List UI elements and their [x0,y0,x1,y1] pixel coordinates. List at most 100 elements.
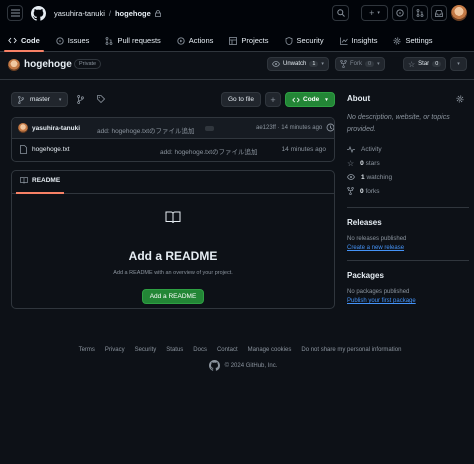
watching-label: watching [366,173,393,181]
search-icon [336,9,345,17]
table-icon [229,36,238,45]
github-logo-icon[interactable] [31,6,46,21]
add-file-button[interactable]: + [265,92,281,107]
file-browser: yasuhira-tanuki add: hogehoge.txtのファイル追加… [11,117,335,162]
tab-label: Issues [67,36,90,45]
tab-insights[interactable]: Insights [332,29,386,52]
tab-label: Code [21,36,40,45]
fork-button[interactable]: Fork 0 ▾ [335,57,385,71]
readme-tab-underline [16,192,64,194]
publish-package-link[interactable]: Publish your first package [347,298,469,304]
graph-icon [339,37,348,45]
packages-empty: No packages published [347,289,410,295]
stars-link[interactable]: ☆ 0 stars [347,156,469,170]
latest-commit: yasuhira-tanuki add: hogehoge.txtのファイル追加… [12,118,334,139]
watch-button[interactable]: Unwatch 1 ▾ [267,57,329,71]
commit-sha-time[interactable]: ae123ff · 14 minutes ago [256,125,322,131]
tab-label: Pull requests [117,36,161,45]
footer-link-contact[interactable]: Contact [217,347,238,353]
fork-icon [347,187,354,195]
breadcrumb-repo[interactable]: hogehoge [115,9,151,18]
sidebar-divider [347,207,469,208]
tab-actions[interactable]: Actions [169,29,222,52]
footer-link-cookies[interactable]: Manage cookies [248,347,292,353]
tab-issues[interactable]: Issues [48,29,98,52]
releases-heading[interactable]: Releases [347,218,469,227]
footer-link-terms[interactable]: Terms [79,347,95,353]
repo-title[interactable]: hogehoge [24,59,72,70]
fork-label: Fork [350,61,362,67]
tab-code[interactable]: Code [0,29,48,52]
tags-link[interactable] [97,95,106,105]
footer-link-docs[interactable]: Docs [193,347,207,353]
readme-empty-state: Add a README Add a README with an overvi… [12,211,334,304]
star-label: Star [418,61,430,67]
plus-icon: + [369,8,375,18]
book-icon [20,177,28,184]
code-icon [292,97,300,102]
tab-pull-requests[interactable]: Pull requests [97,29,168,52]
github-logo-icon[interactable] [208,360,220,371]
tab-settings[interactable]: Settings [385,29,440,52]
watch-label: Unwatch [283,61,307,67]
tab-projects[interactable]: Projects [221,29,276,52]
history-icon[interactable] [326,123,334,134]
readme-tab-label: README [32,177,61,184]
commit-author[interactable]: yasuhira-tanuki [32,125,80,132]
add-readme-button[interactable]: Add a README [141,289,205,304]
create-new-button[interactable]: + ▾ [361,5,388,21]
star-button[interactable]: ☆ Star 0 [403,57,447,71]
owner-avatar[interactable] [8,59,20,71]
tab-label: Projects [241,36,269,45]
code-button[interactable]: Code ▾ [285,92,335,107]
book-icon [165,211,181,224]
forks-link[interactable]: 0 forks [347,184,469,198]
menu-button[interactable] [7,5,23,21]
activity-link[interactable]: Activity [347,142,469,156]
gear-icon [394,37,401,44]
go-to-file-label: Go to file [228,96,255,103]
branch-selector[interactable]: master ▾ [11,92,69,107]
plus-icon: + [270,94,276,105]
sidebar-divider [347,260,469,261]
file-commit-message[interactable]: add: hogehoge.txtのファイル追加 [160,146,258,156]
branch-icon [77,95,84,104]
footer-link-privacy[interactable]: Privacy [105,347,125,353]
about-heading: About [347,94,371,103]
branch-icon [18,95,24,104]
breadcrumb-separator: / [108,9,111,18]
create-release-link[interactable]: Create a new release [347,245,469,251]
footer-links: Terms Privacy Security Status Docs Conta… [0,347,474,353]
branches-link[interactable] [77,95,84,106]
footer-link-do-not-share[interactable]: Do not share my personal information [301,347,401,353]
forks-count: 0 [360,187,364,195]
packages-heading[interactable]: Packages [347,271,469,280]
inbox-icon [435,9,443,17]
activity-label: Activity [361,145,382,153]
search-button[interactable] [332,5,349,21]
watchers-link[interactable]: 1 watching [347,170,469,184]
expand-commit-button[interactable] [205,126,214,131]
tab-security[interactable]: Security [277,29,332,52]
inbox-button[interactable] [431,5,447,21]
issues-button[interactable] [392,5,408,21]
footer-link-security[interactable]: Security [135,347,157,353]
breadcrumb: yasuhira-tanuki / hogehoge [54,9,161,18]
sidebar: About No description, website, or topics… [347,92,469,304]
watch-count: 1 [309,61,319,67]
commit-author-avatar[interactable] [18,123,28,133]
commit-message[interactable]: add: hogehoge.txtのファイル追加 [97,125,195,135]
releases-empty: No releases published [347,236,407,242]
readme-tab[interactable]: README [12,171,334,194]
go-to-file-button[interactable]: Go to file [221,92,262,107]
pull-requests-button[interactable] [412,5,428,21]
user-avatar[interactable] [451,5,467,21]
breadcrumb-owner[interactable]: yasuhira-tanuki [54,9,105,18]
gear-icon[interactable] [456,95,464,103]
fork-icon [340,60,347,68]
star-lists-button[interactable]: ▾ [450,57,467,71]
footer-link-status[interactable]: Status [166,347,183,353]
file-name[interactable]: hogehoge.txt [32,146,70,153]
hamburger-icon [10,9,20,17]
file-row[interactable]: hogehoge.txt add: hogehoge.txtのファイル追加 14… [12,139,334,161]
